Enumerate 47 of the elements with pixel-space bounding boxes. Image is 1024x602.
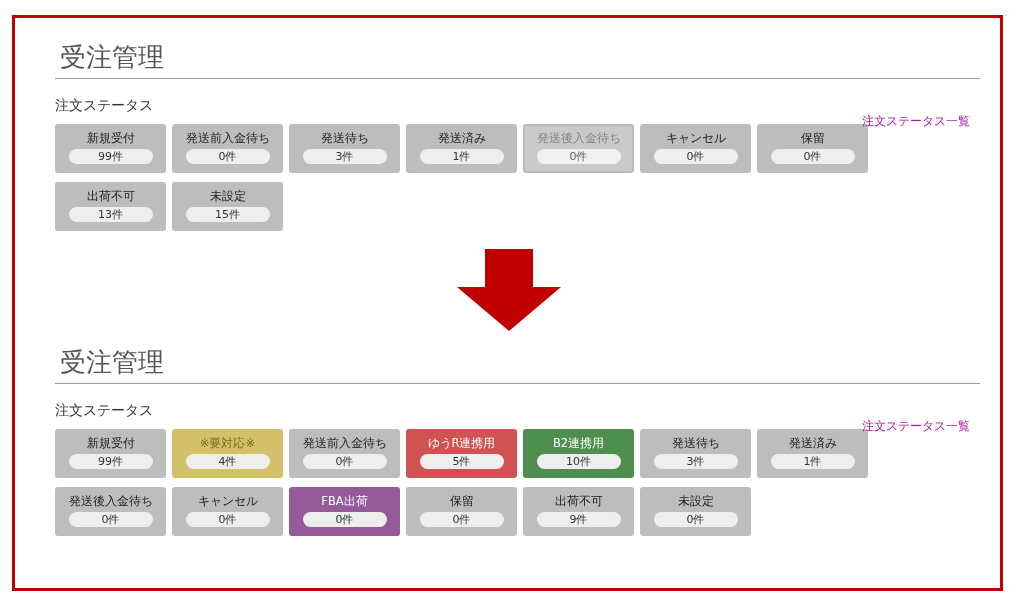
status-tile[interactable]: 出荷不可 9件	[523, 487, 634, 536]
section-label: 注文ステータス	[55, 401, 153, 420]
status-tile[interactable]: 発送前入金待ち 0件	[172, 124, 283, 173]
count-pill: 1件	[419, 149, 504, 164]
count-pill: 9件	[536, 512, 621, 527]
status-tile[interactable]: ※要対応※ 4件	[172, 429, 283, 478]
status-tile[interactable]: 発送後入金待ち 0件	[55, 487, 166, 536]
status-tile[interactable]: 未設定 0件	[640, 487, 751, 536]
count-pill: 0件	[653, 149, 738, 164]
count-pill: 3件	[302, 149, 387, 164]
count-pill: 0件	[653, 512, 738, 527]
count-pill: 4件	[185, 454, 270, 469]
page-title: 受注管理	[55, 345, 980, 384]
status-tile[interactable]: ゆうR連携用 5件	[406, 429, 517, 478]
count-pill: 10件	[536, 454, 621, 469]
count-pill: 3件	[653, 454, 738, 469]
status-tile[interactable]: 出荷不可 13件	[55, 182, 166, 231]
count-pill: 0件	[302, 512, 387, 527]
status-tile[interactable]: キャンセル 0件	[172, 487, 283, 536]
count-pill: 5件	[419, 454, 504, 469]
count-pill: 0件	[68, 512, 153, 527]
status-tile[interactable]: 保留 0件	[406, 487, 517, 536]
count-pill: 99件	[68, 149, 153, 164]
count-pill: 0件	[302, 454, 387, 469]
count-pill: 15件	[185, 207, 270, 222]
status-tile[interactable]: 発送済み 1件	[406, 124, 517, 173]
status-tile[interactable]: B2連携用 10件	[523, 429, 634, 478]
count-pill: 0件	[419, 512, 504, 527]
count-pill: 0件	[770, 149, 855, 164]
count-pill: 0件	[185, 149, 270, 164]
status-tile[interactable]: 発送待ち 3件	[640, 429, 751, 478]
page-title: 受注管理	[55, 40, 980, 79]
section-label: 注文ステータス	[55, 96, 153, 115]
count-pill: 0件	[185, 512, 270, 527]
status-tile[interactable]: 発送前入金待ち 0件	[289, 429, 400, 478]
status-tile[interactable]: 発送待ち 3件	[289, 124, 400, 173]
count-pill: 0件	[536, 149, 621, 164]
status-tile[interactable]: 発送後入金待ち 0件	[523, 124, 634, 173]
count-pill: 13件	[68, 207, 153, 222]
count-pill: 1件	[770, 454, 855, 469]
status-tile[interactable]: FBA出荷 0件	[289, 487, 400, 536]
status-tile[interactable]: 新規受付 99件	[55, 124, 166, 173]
count-pill: 99件	[68, 454, 153, 469]
down-arrow-icon	[456, 249, 561, 331]
status-tile[interactable]: 未設定 15件	[172, 182, 283, 231]
status-tile[interactable]: 新規受付 99件	[55, 429, 166, 478]
status-tile[interactable]: キャンセル 0件	[640, 124, 751, 173]
